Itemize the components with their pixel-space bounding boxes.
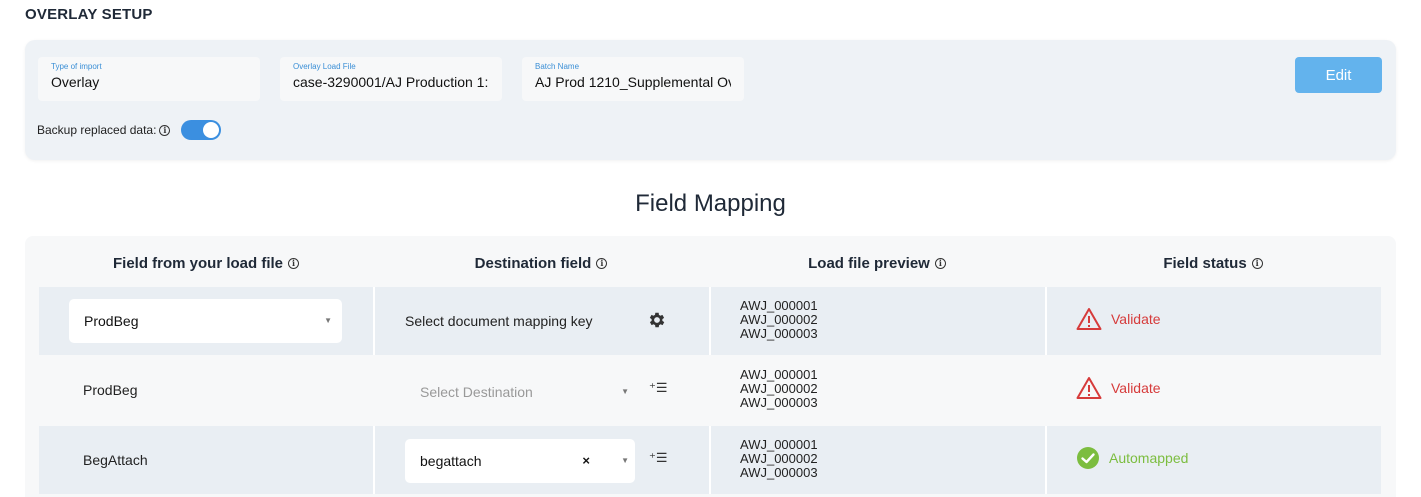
preview-cell: AWJ_000001 AWJ_000002 AWJ_000003 xyxy=(709,426,1045,494)
source-field-cell: BegAttach xyxy=(39,426,373,494)
info-icon[interactable]: i xyxy=(934,257,946,269)
document-mapping-key-label: Select document mapping key xyxy=(405,313,593,329)
destination-select[interactable]: begattach × ▼ xyxy=(405,439,635,483)
header-field-from-load-file: Field from your load file i xyxy=(39,251,373,275)
preview-value: AWJ_000003 xyxy=(740,395,818,410)
preview-cell: AWJ_000001 AWJ_000002 AWJ_000003 xyxy=(709,356,1045,424)
destination-value: begattach xyxy=(420,453,482,469)
source-field-cell: ProdBeg xyxy=(39,356,373,424)
type-of-import-label: Type of import xyxy=(51,62,102,71)
preview-cell: AWJ_000001 AWJ_000002 AWJ_000003 xyxy=(709,287,1045,355)
preview-values: AWJ_000001 AWJ_000002 AWJ_000003 xyxy=(740,368,818,410)
status-label: Validate xyxy=(1111,380,1161,396)
batch-name-field[interactable]: Batch Name AJ Prod 1210_Supplemental Ov xyxy=(522,57,744,101)
add-to-list-icon[interactable]: ⁺☰ xyxy=(649,380,668,396)
preview-value: AWJ_000001 xyxy=(740,298,818,313)
preview-value: AWJ_000002 xyxy=(740,312,818,327)
preview-value: AWJ_000003 xyxy=(740,465,818,480)
status-label: Automapped xyxy=(1109,450,1189,466)
preview-values: AWJ_000001 AWJ_000002 AWJ_000003 xyxy=(740,438,818,480)
overlay-load-file-label: Overlay Load File xyxy=(293,62,356,71)
toggle-knob xyxy=(203,122,220,138)
preview-values: AWJ_000001 AWJ_000002 AWJ_000003 xyxy=(740,299,818,341)
backup-toggle[interactable] xyxy=(181,120,222,140)
add-to-list-icon[interactable]: ⁺☰ xyxy=(649,450,668,466)
overlay-setup-panel: Type of import Overlay Overlay Load File… xyxy=(25,40,1396,160)
destination-field-cell: Select document mapping key xyxy=(373,287,709,355)
source-field-select[interactable]: ProdBeg ▼ xyxy=(69,299,342,343)
overlay-load-file-value: case-3290001/AJ Production 1: xyxy=(293,74,489,90)
preview-value: AWJ_000003 xyxy=(740,326,818,341)
destination-field-cell: begattach × ▼ ⁺☰ xyxy=(373,426,709,494)
status-validate[interactable]: Validate xyxy=(1076,376,1161,400)
source-field-cell: ProdBeg ▼ xyxy=(39,287,373,355)
edit-button[interactable]: Edit xyxy=(1295,57,1382,93)
field-mapping-title: Field Mapping xyxy=(635,190,786,217)
backup-replaced-data-label: Backup replaced data: xyxy=(37,123,157,137)
preview-value: AWJ_000002 xyxy=(740,381,818,396)
preview-value: AWJ_000001 xyxy=(740,367,818,382)
gear-icon[interactable] xyxy=(647,310,667,330)
header-field-status: Field status i xyxy=(1045,251,1381,275)
table-row: ProdBeg Select Destination ▼ ⁺☰ AWJ_0000… xyxy=(39,356,1381,424)
source-field-value: ProdBeg xyxy=(84,313,139,329)
type-of-import-field[interactable]: Type of import Overlay xyxy=(38,57,260,101)
chevron-down-icon: ▼ xyxy=(324,316,332,325)
page-title: OVERLAY SETUP xyxy=(25,6,153,23)
info-icon[interactable]: i xyxy=(159,124,171,136)
header-label: Destination field xyxy=(474,254,592,272)
batch-name-value: AJ Prod 1210_Supplemental Ov xyxy=(535,74,731,90)
header-label: Load file preview xyxy=(808,254,930,272)
overlay-load-file-field[interactable]: Overlay Load File case-3290001/AJ Produc… xyxy=(280,57,502,101)
destination-field-cell: Select Destination ▼ ⁺☰ xyxy=(373,356,709,424)
warning-icon xyxy=(1076,377,1102,399)
info-icon[interactable]: i xyxy=(596,257,608,269)
status-cell: Validate xyxy=(1045,287,1381,355)
header-label: Field status xyxy=(1163,254,1247,272)
table-row: BegAttach begattach × ▼ ⁺☰ AWJ_000001 AW… xyxy=(39,426,1381,494)
status-cell: Validate xyxy=(1045,356,1381,424)
destination-select[interactable]: Select Destination ▼ xyxy=(405,370,635,414)
header-destination-field: Destination field i xyxy=(373,251,709,275)
info-icon[interactable]: i xyxy=(1251,257,1263,269)
header-label: Field from your load file xyxy=(112,254,284,272)
info-icon[interactable]: i xyxy=(288,257,300,269)
warning-icon xyxy=(1076,308,1102,330)
table-header: Field from your load file i Destination … xyxy=(39,251,1381,275)
status-label: Validate xyxy=(1111,311,1161,327)
status-validate[interactable]: Validate xyxy=(1076,307,1161,331)
backup-replaced-data-row: Backup replaced data: i xyxy=(37,120,222,140)
check-circle-icon xyxy=(1077,447,1099,469)
batch-name-label: Batch Name xyxy=(535,62,580,71)
chevron-down-icon: ▼ xyxy=(621,456,629,465)
status-automapped[interactable]: Automapped xyxy=(1076,446,1188,470)
clear-icon[interactable]: × xyxy=(582,453,590,468)
source-field-value: ProdBeg xyxy=(83,382,138,398)
source-field-value: BegAttach xyxy=(83,452,148,468)
type-of-import-value: Overlay xyxy=(51,74,100,90)
table-row: ProdBeg ▼ Select document mapping key AW… xyxy=(39,287,1381,355)
preview-value: AWJ_000002 xyxy=(740,451,818,466)
destination-placeholder: Select Destination xyxy=(420,384,533,400)
preview-value: AWJ_000001 xyxy=(740,437,818,452)
chevron-down-icon: ▼ xyxy=(621,387,629,396)
header-load-file-preview: Load file preview i xyxy=(709,251,1045,275)
status-cell: Automapped xyxy=(1045,426,1381,494)
field-mapping-table: Field from your load file i Destination … xyxy=(25,236,1396,497)
